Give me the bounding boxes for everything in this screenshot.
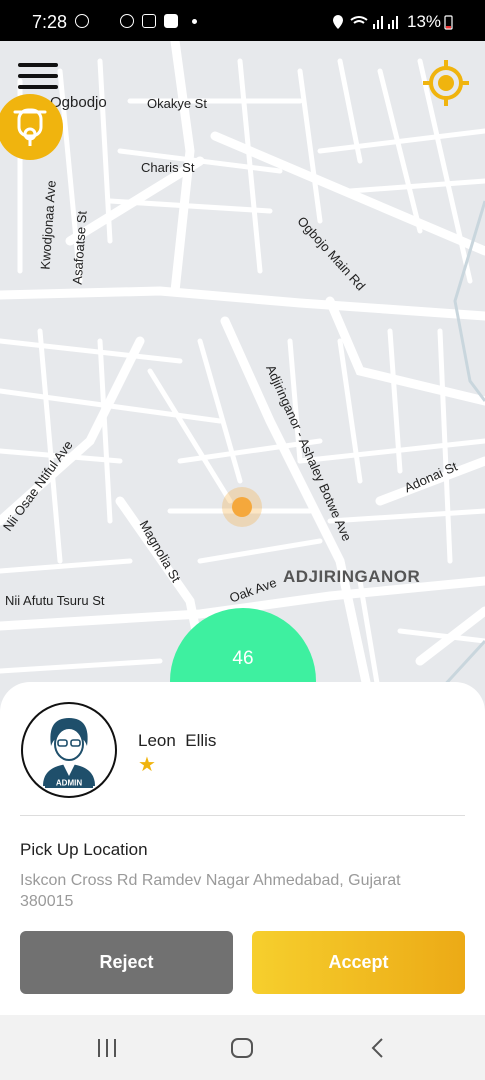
battery-level: 13% [407, 12, 442, 31]
status-bar: 7:28 13% [0, 0, 485, 41]
avatar: ADMIN [21, 702, 117, 798]
wifi-icon [350, 16, 368, 24]
divider [20, 815, 465, 816]
home-icon[interactable] [230, 1036, 254, 1060]
whatsapp-icon [75, 14, 89, 28]
timer-value: 46 [232, 648, 254, 669]
map-view[interactable]: Okakye St Charis St Ogbodjo Kwodjonaa Av… [0, 41, 485, 701]
location-icon [333, 15, 343, 29]
status-time: 7:28 [32, 12, 68, 32]
street-label: Okakye St [147, 96, 207, 111]
accept-button[interactable]: Accept [252, 931, 465, 994]
pickup-title: Pick Up Location [20, 840, 148, 859]
system-nav-bar [0, 1015, 485, 1080]
signal-icons [333, 15, 398, 29]
reject-button[interactable]: Reject [20, 931, 233, 994]
scooter-icon[interactable] [0, 94, 63, 160]
b-icon [120, 14, 134, 28]
more-notifications-icon [192, 19, 197, 24]
street-label: Nii Afutu Tsuru St [5, 593, 105, 608]
back-icon[interactable] [367, 1036, 391, 1060]
avatar-badge: ADMIN [56, 779, 82, 788]
recent-apps-icon[interactable] [95, 1036, 119, 1060]
rider-name: Leon Ellis [138, 731, 217, 750]
current-location-icon[interactable] [421, 58, 471, 108]
pickup-location-marker [222, 487, 262, 527]
app-icon [142, 14, 156, 28]
p-icon [164, 14, 178, 28]
street-label: Charis St [141, 160, 195, 175]
area-label: ADJIRINGANOR [283, 567, 421, 586]
pickup-address: Iskcon Cross Rd Ramdev Nagar Ahmedabad, … [20, 872, 401, 910]
menu-icon[interactable] [18, 63, 58, 93]
battery-icon [444, 15, 453, 30]
rating-star-icon: ★ [138, 754, 156, 776]
